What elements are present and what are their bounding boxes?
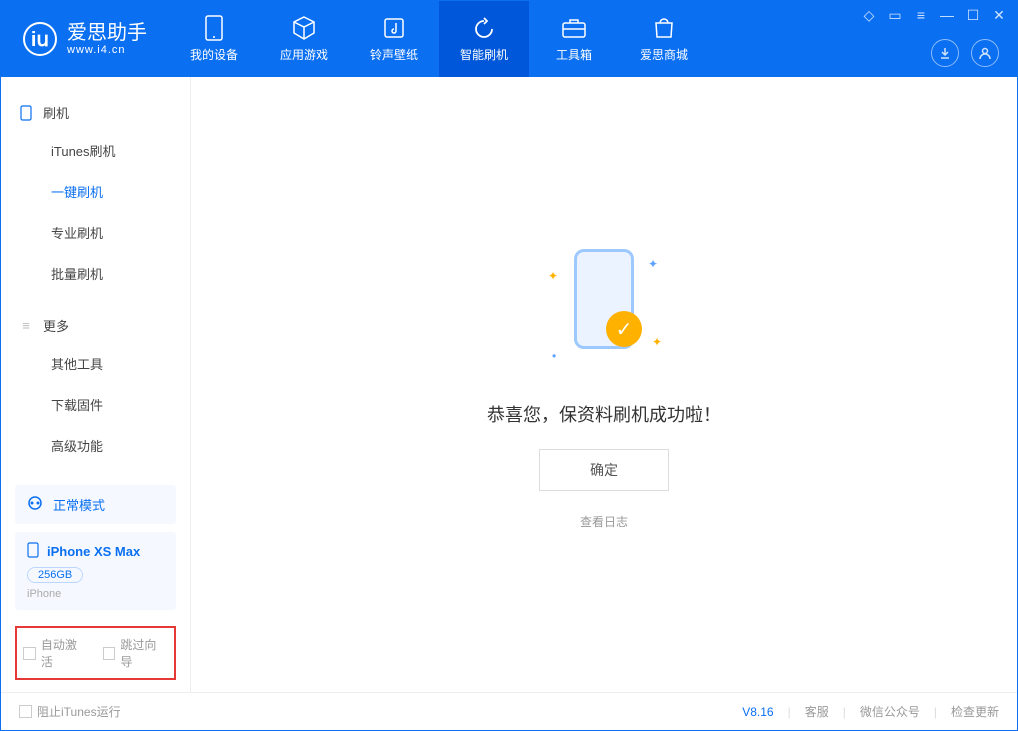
device-card[interactable]: iPhone XS Max 256GB iPhone	[15, 532, 176, 610]
bag-icon	[650, 16, 678, 40]
sidebar-item-other-tools[interactable]: 其他工具	[1, 343, 190, 384]
cb-label: 跳过向导	[120, 636, 168, 670]
tab-my-device[interactable]: 我的设备	[169, 1, 259, 77]
body: 刷机 iTunes刷机 一键刷机 专业刷机 批量刷机 ≡ 更多 其他工具 下载固…	[1, 77, 1017, 692]
cb-label: 阻止iTunes运行	[37, 703, 121, 720]
sidebar-item-batch-flash[interactable]: 批量刷机	[1, 253, 190, 294]
sidebar-group-more: ≡ 更多	[1, 308, 190, 343]
device-type-text: iPhone	[27, 588, 164, 600]
confirm-button[interactable]: 确定	[539, 449, 669, 491]
device-name-text: iPhone XS Max	[47, 544, 140, 559]
checkbox-block-itunes[interactable]: 阻止iTunes运行	[19, 703, 121, 720]
tab-label: 爱思商城	[640, 46, 688, 63]
minimize-button[interactable]: —	[939, 7, 955, 23]
sidebar-item-advanced[interactable]: 高级功能	[1, 425, 190, 466]
version-text: V8.16	[742, 705, 773, 719]
tab-toolbox[interactable]: 工具箱	[529, 1, 619, 77]
cb-label: 自动激活	[41, 636, 89, 670]
tab-label: 应用游戏	[280, 46, 328, 63]
group-title-text: 更多	[43, 316, 69, 335]
mode-label: 正常模式	[53, 495, 105, 514]
sidebar-group-flash: 刷机	[1, 95, 190, 130]
device-phone-icon	[27, 542, 39, 561]
header-actions	[931, 39, 999, 67]
app-subtitle: www.i4.cn	[67, 44, 147, 56]
sparkle-icon: ✦	[648, 257, 658, 271]
footer: 阻止iTunes运行 V8.16 | 客服 | 微信公众号 | 检查更新	[1, 692, 1017, 730]
tab-label: 智能刷机	[460, 46, 508, 63]
user-button[interactable]	[971, 39, 999, 67]
download-button[interactable]	[931, 39, 959, 67]
phone-small-icon	[19, 106, 33, 120]
logo-icon: iս	[23, 22, 57, 56]
maximize-button[interactable]: ☐	[965, 7, 981, 23]
mode-icon	[27, 495, 43, 514]
tab-smart-flash[interactable]: 智能刷机	[439, 1, 529, 77]
lock-icon[interactable]: ▭	[887, 7, 903, 23]
separator: |	[843, 705, 846, 719]
close-button[interactable]: ✕	[991, 7, 1007, 23]
refresh-icon	[470, 16, 498, 40]
options-row: 自动激活 跳过向导	[15, 626, 176, 680]
device-icon	[200, 16, 228, 40]
tab-label: 铃声壁纸	[370, 46, 418, 63]
tab-ringtones-wallpapers[interactable]: 铃声壁纸	[349, 1, 439, 77]
footer-link-update[interactable]: 检查更新	[951, 703, 999, 720]
main-tabs: 我的设备 应用游戏 铃声壁纸 智能刷机 工具箱 爱思商城	[169, 1, 709, 77]
tab-apps-games[interactable]: 应用游戏	[259, 1, 349, 77]
tab-label: 我的设备	[190, 46, 238, 63]
tab-store[interactable]: 爱思商城	[619, 1, 709, 77]
view-log-link[interactable]: 查看日志	[580, 513, 628, 530]
group-title-text: 刷机	[43, 103, 69, 122]
app-title: 爱思助手	[67, 22, 147, 44]
sidebar-item-itunes-flash[interactable]: iTunes刷机	[1, 130, 190, 171]
separator: |	[788, 705, 791, 719]
toolbox-icon	[560, 16, 588, 40]
footer-link-support[interactable]: 客服	[805, 703, 829, 720]
main-content: ✦ ✦ • ✦ ✓ 恭喜您，保资料刷机成功啦！ 确定 查看日志	[191, 77, 1017, 692]
success-illustration: ✦ ✦ • ✦ ✓	[544, 239, 664, 379]
sparkle-icon: ✦	[652, 335, 662, 349]
sidebar: 刷机 iTunes刷机 一键刷机 专业刷机 批量刷机 ≡ 更多 其他工具 下载固…	[1, 77, 191, 692]
checkbox-auto-activate[interactable]: 自动激活	[23, 636, 89, 670]
mode-card[interactable]: 正常模式	[15, 485, 176, 524]
music-icon	[380, 16, 408, 40]
titlebar-controls: ◇ ▭ ≡ — ☐ ✕	[861, 7, 1007, 23]
checkmark-icon: ✓	[606, 311, 642, 347]
success-message: 恭喜您，保资料刷机成功啦！	[487, 401, 721, 427]
shirt-icon[interactable]: ◇	[861, 7, 877, 23]
separator: |	[934, 705, 937, 719]
tab-label: 工具箱	[556, 46, 592, 63]
header: iս 爱思助手 www.i4.cn 我的设备 应用游戏 铃声壁纸 智能刷机 工具…	[1, 1, 1017, 77]
sidebar-item-oneclick-flash[interactable]: 一键刷机	[1, 171, 190, 212]
sidebar-item-download-firmware[interactable]: 下载固件	[1, 384, 190, 425]
sidebar-item-pro-flash[interactable]: 专业刷机	[1, 212, 190, 253]
sparkle-icon: ✦	[548, 269, 558, 283]
list-icon: ≡	[19, 319, 33, 333]
app-logo: iս 爱思助手 www.i4.cn	[1, 22, 169, 56]
sparkle-icon: •	[552, 349, 556, 363]
menu-icon[interactable]: ≡	[913, 7, 929, 23]
checkbox-skip-guide[interactable]: 跳过向导	[103, 636, 169, 670]
device-storage-badge: 256GB	[27, 567, 83, 583]
footer-link-wechat[interactable]: 微信公众号	[860, 703, 920, 720]
cube-icon	[290, 16, 318, 40]
